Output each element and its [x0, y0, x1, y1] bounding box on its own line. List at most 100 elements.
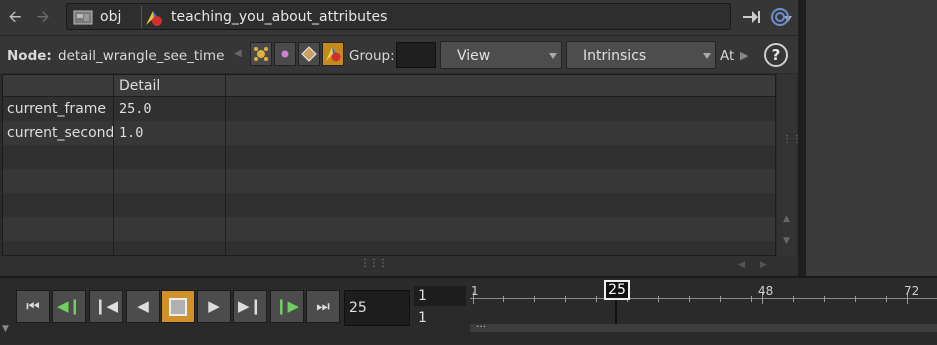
column-divider[interactable] [225, 75, 226, 255]
play-button[interactable]: ▶ [197, 290, 231, 323]
jump-start-icon: ⏮ [26, 297, 40, 315]
attribute-value: 25.0 [119, 101, 152, 117]
prev-key-button[interactable]: ◀❙ [52, 290, 86, 323]
column-divider[interactable] [113, 75, 114, 255]
play-icon: ▶ [208, 297, 220, 315]
intrinsics-dropdown[interactable]: Intrinsics [566, 41, 716, 69]
step-forward-button[interactable]: ▶❙ [233, 290, 267, 323]
geometry-node-icon [143, 8, 165, 28]
left-arrow-icon[interactable]: ◀ [234, 48, 242, 59]
node-label: Node: [7, 48, 52, 64]
timeline-label: 48 [758, 284, 774, 298]
minor-tick [565, 296, 566, 302]
obj-context-icon [73, 8, 95, 26]
play-reverse-button[interactable]: ◀ [126, 290, 160, 323]
next-key-button[interactable]: ❙▶ [270, 290, 304, 323]
view-dropdown-label: View [457, 48, 491, 64]
vertices-filter-button[interactable] [274, 42, 296, 66]
minor-tick [689, 296, 690, 302]
horizontal-scrollbar[interactable]: ⋮⋮⋮ ◀ ▶ [0, 256, 798, 276]
path-bar: 🡨 🡪 obj teaching_you_about_attributes [0, 0, 798, 35]
minor-tick [886, 296, 887, 302]
side-pane [806, 0, 937, 276]
scroll-right-icon[interactable]: ▶ [760, 260, 767, 270]
path-context-label[interactable]: obj [100, 9, 121, 25]
expand-icon[interactable]: ▼ [2, 324, 9, 334]
step-back-icon: ❙◀ [93, 297, 119, 315]
group-input[interactable] [396, 42, 436, 68]
help-button[interactable]: ? [764, 43, 788, 67]
minor-tick [534, 296, 535, 302]
table-row[interactable]: current_second 1.0 [3, 121, 775, 145]
minor-tick [503, 296, 504, 302]
points-icon [254, 47, 268, 61]
attribute-spreadsheet: Detail current_frame 25.0 current_second… [2, 74, 776, 256]
timeline-cursor[interactable] [615, 300, 617, 324]
attribute-value: 1.0 [119, 125, 144, 141]
range-start-field[interactable]: 1 [414, 286, 466, 306]
header-row: Detail [3, 75, 775, 97]
range-grip-icon[interactable]: … [476, 319, 486, 330]
link-icon[interactable] [770, 7, 790, 27]
range-end-field[interactable]: 1 [414, 308, 466, 328]
node-name: detail_wrangle_see_time [58, 48, 225, 64]
table-row[interactable]: current_frame 25.0 [3, 97, 775, 121]
jump-end-icon: ⏭ [316, 297, 330, 315]
path-separator [141, 6, 142, 28]
vertical-scrollbar[interactable]: ⋮⋮ ▲ ▼ [777, 74, 802, 256]
path-field[interactable]: obj teaching_you_about_attributes [66, 3, 792, 30]
scroll-up-icon[interactable]: ▲ [783, 214, 790, 224]
scroll-grip-icon[interactable]: ⋮⋮⋮ [360, 258, 388, 269]
view-dropdown[interactable]: View [440, 41, 562, 69]
attribute-name: current_second [7, 125, 115, 141]
scroll-left-icon[interactable]: ◀ [738, 260, 745, 270]
stop-icon [169, 297, 187, 316]
current-frame-field[interactable]: 25 [344, 290, 410, 326]
timeline[interactable]: 1 48 72 25 … [470, 278, 937, 345]
empty-row [3, 145, 775, 169]
primitives-filter-button[interactable] [298, 42, 320, 66]
minor-tick [658, 296, 659, 302]
scroll-grip-icon[interactable]: ⋮⋮ [782, 134, 802, 145]
back-arrow-icon[interactable]: 🡨 [6, 8, 24, 26]
primitive-icon [301, 46, 317, 62]
node-toolbar: Node: detail_wrangle_see_time ◀ Group: V… [0, 35, 798, 73]
timeline-label: 72 [904, 284, 920, 298]
minor-tick [824, 296, 825, 302]
minor-tick [720, 296, 721, 302]
jump-end-button[interactable]: ⏭ [306, 290, 340, 323]
timeline-cursor-label[interactable]: 25 [604, 280, 630, 300]
at-label: At [720, 48, 735, 64]
detail-icon [326, 47, 341, 62]
points-filter-button[interactable] [250, 42, 272, 66]
chevron-down-icon [703, 53, 711, 59]
minor-tick [596, 296, 597, 302]
attribute-name: current_frame [7, 101, 107, 117]
empty-row [3, 169, 775, 193]
empty-row [3, 217, 775, 241]
current-frame-value: 25 [349, 300, 367, 316]
minor-tick [751, 296, 752, 302]
minor-tick [855, 296, 856, 302]
next-key-icon: ❙▶ [274, 297, 300, 315]
stop-button[interactable] [161, 290, 195, 323]
group-label: Group: [349, 48, 395, 64]
path-asset-label[interactable]: teaching_you_about_attributes [171, 9, 387, 25]
step-forward-icon: ▶❙ [237, 297, 263, 315]
scroll-down-icon[interactable]: ▼ [783, 236, 790, 246]
jump-start-button[interactable]: ⏮ [16, 290, 50, 323]
prev-key-icon: ◀❙ [56, 297, 82, 315]
chevron-down-icon [549, 53, 557, 59]
column-header-detail[interactable]: Detail [115, 75, 160, 97]
vertex-icon [281, 50, 289, 58]
forward-arrow-icon[interactable]: 🡪 [34, 8, 52, 26]
timeline-axis [470, 298, 937, 299]
step-back-button[interactable]: ❙◀ [89, 290, 123, 323]
range-slider[interactable]: … [470, 319, 937, 332]
intrinsics-dropdown-label: Intrinsics [583, 48, 647, 64]
detail-filter-button[interactable] [322, 42, 344, 66]
play-reverse-icon: ◀ [137, 297, 149, 315]
right-arrow-icon[interactable]: ▶ [740, 49, 748, 62]
pin-icon[interactable] [743, 9, 763, 25]
empty-row [3, 193, 775, 217]
